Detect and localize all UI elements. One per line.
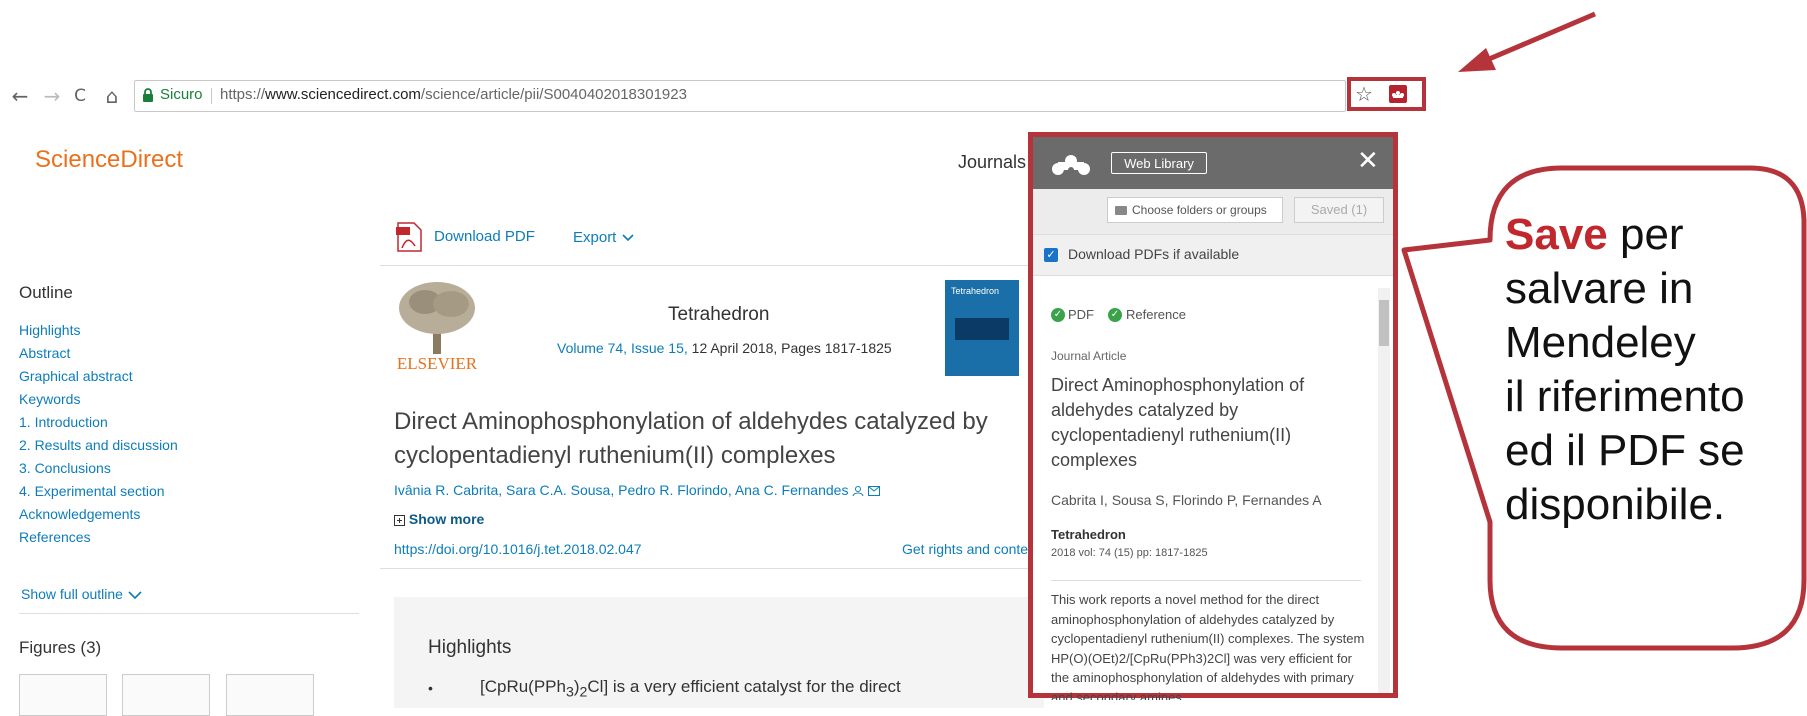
outline-item-experimental[interactable]: 4. Experimental section: [19, 483, 165, 499]
saved-button[interactable]: Saved (1): [1294, 197, 1384, 223]
figure-thumbnail[interactable]: [19, 674, 107, 716]
elsevier-wordmark: ELSEVIER: [396, 354, 478, 373]
divider: [380, 265, 1040, 266]
cover-title: Tetrahedron: [951, 286, 1000, 296]
figure-thumbnail[interactable]: [122, 674, 210, 716]
callout-line-5: ed il PDF se: [1505, 426, 1745, 475]
callout-line-6: disponibile.: [1505, 480, 1726, 529]
outline-item-abstract[interactable]: Abstract: [19, 345, 70, 361]
reload-icon[interactable]: C: [68, 84, 92, 108]
callout-line-1-rest: per: [1607, 210, 1684, 259]
show-full-outline-label: Show full outline: [21, 586, 123, 602]
callout-save-word: Save: [1505, 210, 1608, 259]
journal-cover-image[interactable]: Tetrahedron: [945, 280, 1019, 376]
mendeley-authors: Cabrita I, Sousa S, Florindo P, Fernande…: [1051, 492, 1322, 508]
back-icon[interactable]: ←: [8, 84, 32, 108]
callout-line-1: Save per: [1505, 208, 1745, 262]
mendeley-publication-meta: 2018 vol: 74 (15) pp: 1817-1825: [1051, 547, 1208, 559]
pdf-status-label: PDF: [1068, 307, 1094, 322]
annotation-arrow: [1458, 11, 1596, 72]
callout-line-2: salvare in: [1505, 264, 1694, 313]
show-more-toggle[interactable]: Show more: [394, 511, 484, 527]
volume-info: Volume 74, Issue 15, 12 April 2018, Page…: [557, 340, 892, 356]
outline-item-introduction[interactable]: 1. Introduction: [19, 414, 108, 430]
volume-link[interactable]: Volume 74, Issue 15,: [557, 340, 688, 356]
check-circle-icon: ✓: [1108, 308, 1122, 322]
author-names[interactable]: Ivânia R. Cabrita, Sara C.A. Sousa, Pedr…: [394, 482, 848, 498]
bullet: •: [428, 680, 433, 696]
email-icon[interactable]: [868, 486, 881, 497]
check-circle-icon: ✓: [1051, 308, 1065, 322]
document-type: Journal Article: [1051, 349, 1127, 363]
web-library-button[interactable]: Web Library: [1111, 152, 1207, 174]
plus-box-icon: [394, 514, 405, 526]
download-pdfs-label[interactable]: Download PDFs if available: [1068, 246, 1239, 262]
doi-link[interactable]: https://doi.org/10.1016/j.tet.2018.02.04…: [394, 541, 642, 557]
person-icon[interactable]: [852, 485, 864, 497]
highlight-item: [CpRu(PPh3)2Cl] is a very efficient cata…: [480, 677, 901, 700]
download-pdfs-checkbox[interactable]: ✓: [1044, 248, 1058, 262]
choose-folders-button[interactable]: Choose folders or groups: [1107, 197, 1283, 223]
mendeley-logo-icon: [1052, 155, 1090, 175]
chevron-down-icon: [128, 591, 142, 600]
forward-icon[interactable]: →: [40, 84, 64, 108]
export-label: Export: [573, 229, 617, 246]
outline-item-highlights[interactable]: Highlights: [19, 322, 80, 338]
divider: [1051, 580, 1361, 581]
export-dropdown[interactable]: Export: [573, 229, 635, 246]
panel-scrollbar[interactable]: [1378, 288, 1390, 693]
download-pdf-link[interactable]: Download PDF: [434, 228, 535, 245]
journal-name[interactable]: Tetrahedron: [668, 304, 769, 326]
figures-title: Figures (3): [19, 638, 102, 657]
mendeley-journal: Tetrahedron: [1051, 527, 1126, 542]
mendeley-abstract: This work reports a novel method for the…: [1051, 592, 1365, 700]
divider: [380, 568, 1040, 569]
figure-thumbnail[interactable]: [226, 674, 314, 716]
bookmark-star-icon[interactable]: ☆: [1352, 82, 1376, 106]
show-more-label: Show more: [408, 511, 485, 527]
show-full-outline-link[interactable]: Show full outline: [21, 586, 143, 602]
highlight-text-c: Cl] is a very efficient catalyst for the…: [587, 677, 901, 696]
sciencedirect-logo[interactable]: ScienceDirect: [35, 146, 183, 174]
divider: [19, 613, 359, 614]
outline-item-conclusions[interactable]: 3. Conclusions: [19, 460, 111, 476]
callout-line-3: Mendeley: [1505, 318, 1696, 367]
outline-item-keywords[interactable]: Keywords: [19, 391, 80, 407]
home-icon[interactable]: ⌂: [100, 84, 124, 108]
callout-text: Save per salvare in Mendeley il riferime…: [1505, 208, 1745, 532]
url-separator: [211, 88, 212, 104]
panel-scrollbar-thumb[interactable]: [1379, 300, 1389, 346]
rights-link[interactable]: Get rights and conte: [902, 541, 1028, 557]
outline-item-references[interactable]: References: [19, 529, 91, 545]
cover-graphic: [955, 318, 1009, 340]
chevron-down-icon: [621, 234, 634, 242]
url-path: /science/article/pii/S0040402018301923: [420, 86, 687, 103]
mendeley-extension-icon[interactable]: [1389, 85, 1407, 103]
volume-date-pages: 12 April 2018, Pages 1817-1825: [687, 340, 892, 356]
secure-label: Sicuro: [160, 86, 203, 103]
url-text[interactable]: https://www.sciencedirect.com/science/ar…: [220, 86, 687, 103]
outline-title: Outline: [19, 283, 73, 302]
highlight-text-a: [CpRu(PPh: [480, 677, 566, 696]
highlight-sub-1: 3: [565, 684, 574, 701]
elsevier-logo[interactable]: ELSEVIER: [395, 280, 479, 376]
mendeley-document-title: Direct Aminophosphonylation of aldehydes…: [1051, 375, 1305, 470]
choose-folders-label: Choose folders or groups: [1132, 203, 1267, 217]
outline-item-acknowledgements[interactable]: Acknowledgements: [19, 506, 140, 522]
close-icon[interactable]: ✕: [1357, 147, 1379, 175]
outline-item-results[interactable]: 2. Results and discussion: [19, 437, 178, 453]
highlights-title: Highlights: [428, 637, 512, 658]
article-title: Direct Aminophosphonylation of aldehydes…: [394, 408, 988, 469]
url-scheme: https://: [220, 86, 266, 103]
journals-link[interactable]: Journals: [958, 152, 1026, 173]
lock-icon: [143, 88, 153, 102]
folder-icon: [1115, 206, 1127, 215]
callout-line-4: il riferimento: [1505, 372, 1745, 421]
author-list[interactable]: Ivânia R. Cabrita, Sara C.A. Sousa, Pedr…: [394, 482, 881, 498]
reference-status-label: Reference: [1126, 307, 1186, 322]
outline-item-graphical-abstract[interactable]: Graphical abstract: [19, 368, 133, 384]
pdf-icon[interactable]: [396, 222, 422, 252]
url-host: www.sciencedirect.com: [265, 86, 421, 103]
